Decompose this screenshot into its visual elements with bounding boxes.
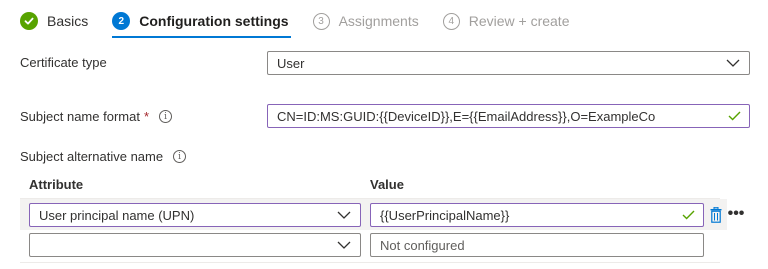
- step-number-badge: 3: [312, 12, 330, 30]
- certificate-type-dropdown[interactable]: User: [267, 51, 750, 75]
- tab-review-create[interactable]: 4 Review + create: [442, 0, 570, 42]
- required-marker: *: [143, 109, 150, 124]
- chevron-down-icon: [334, 234, 354, 256]
- attribute-dropdown[interactable]: User principal name (UPN): [29, 203, 361, 227]
- step-number-badge: 4: [442, 12, 460, 30]
- more-options-icon[interactable]: •••: [725, 204, 747, 224]
- delete-icon[interactable]: [708, 206, 724, 224]
- column-header-value: Value: [370, 177, 404, 192]
- tab-label: Basics: [47, 13, 89, 29]
- checkmark-circle-icon: [20, 12, 38, 30]
- subject-name-format-label: Subject name format * i: [20, 109, 173, 124]
- input-placeholder: Not configured: [380, 237, 465, 253]
- wizard-steps: Basics 2 Configuration settings 3 Assign…: [20, 0, 594, 42]
- subject-name-format-input[interactable]: CN=ID:MS:GUID:{{DeviceID}},E={{EmailAddr…: [267, 104, 750, 128]
- tab-label: Review + create: [468, 13, 570, 29]
- input-value: {{UserPrincipalName}}: [380, 207, 510, 223]
- tab-label: Assignments: [338, 13, 419, 29]
- value-input-empty[interactable]: Not configured: [370, 233, 704, 257]
- tab-assignments[interactable]: 3 Assignments: [312, 0, 419, 42]
- column-header-attribute: Attribute: [29, 177, 84, 192]
- tab-configuration-settings[interactable]: 2 Configuration settings: [112, 0, 291, 42]
- chevron-down-icon: [334, 204, 354, 226]
- certificate-type-label: Certificate type: [20, 55, 107, 70]
- input-value: CN=ID:MS:GUID:{{DeviceID}},E={{EmailAddr…: [277, 108, 656, 124]
- attribute-dropdown-empty[interactable]: [29, 233, 361, 257]
- dropdown-value: User: [277, 55, 305, 71]
- tab-label: Configuration settings: [139, 13, 289, 29]
- checkmark-icon: [679, 210, 697, 220]
- checkmark-icon: [725, 111, 743, 121]
- tab-basics[interactable]: Basics: [20, 0, 88, 42]
- table-divider: [20, 262, 720, 263]
- info-icon[interactable]: i: [159, 110, 173, 123]
- info-icon[interactable]: i: [173, 150, 187, 163]
- step-number-badge: 2: [112, 12, 131, 30]
- subject-alternative-name-label: Subject alternative name i: [20, 149, 187, 164]
- value-input[interactable]: {{UserPrincipalName}}: [370, 203, 704, 227]
- dropdown-value: User principal name (UPN): [39, 207, 195, 223]
- chevron-down-icon: [723, 52, 743, 74]
